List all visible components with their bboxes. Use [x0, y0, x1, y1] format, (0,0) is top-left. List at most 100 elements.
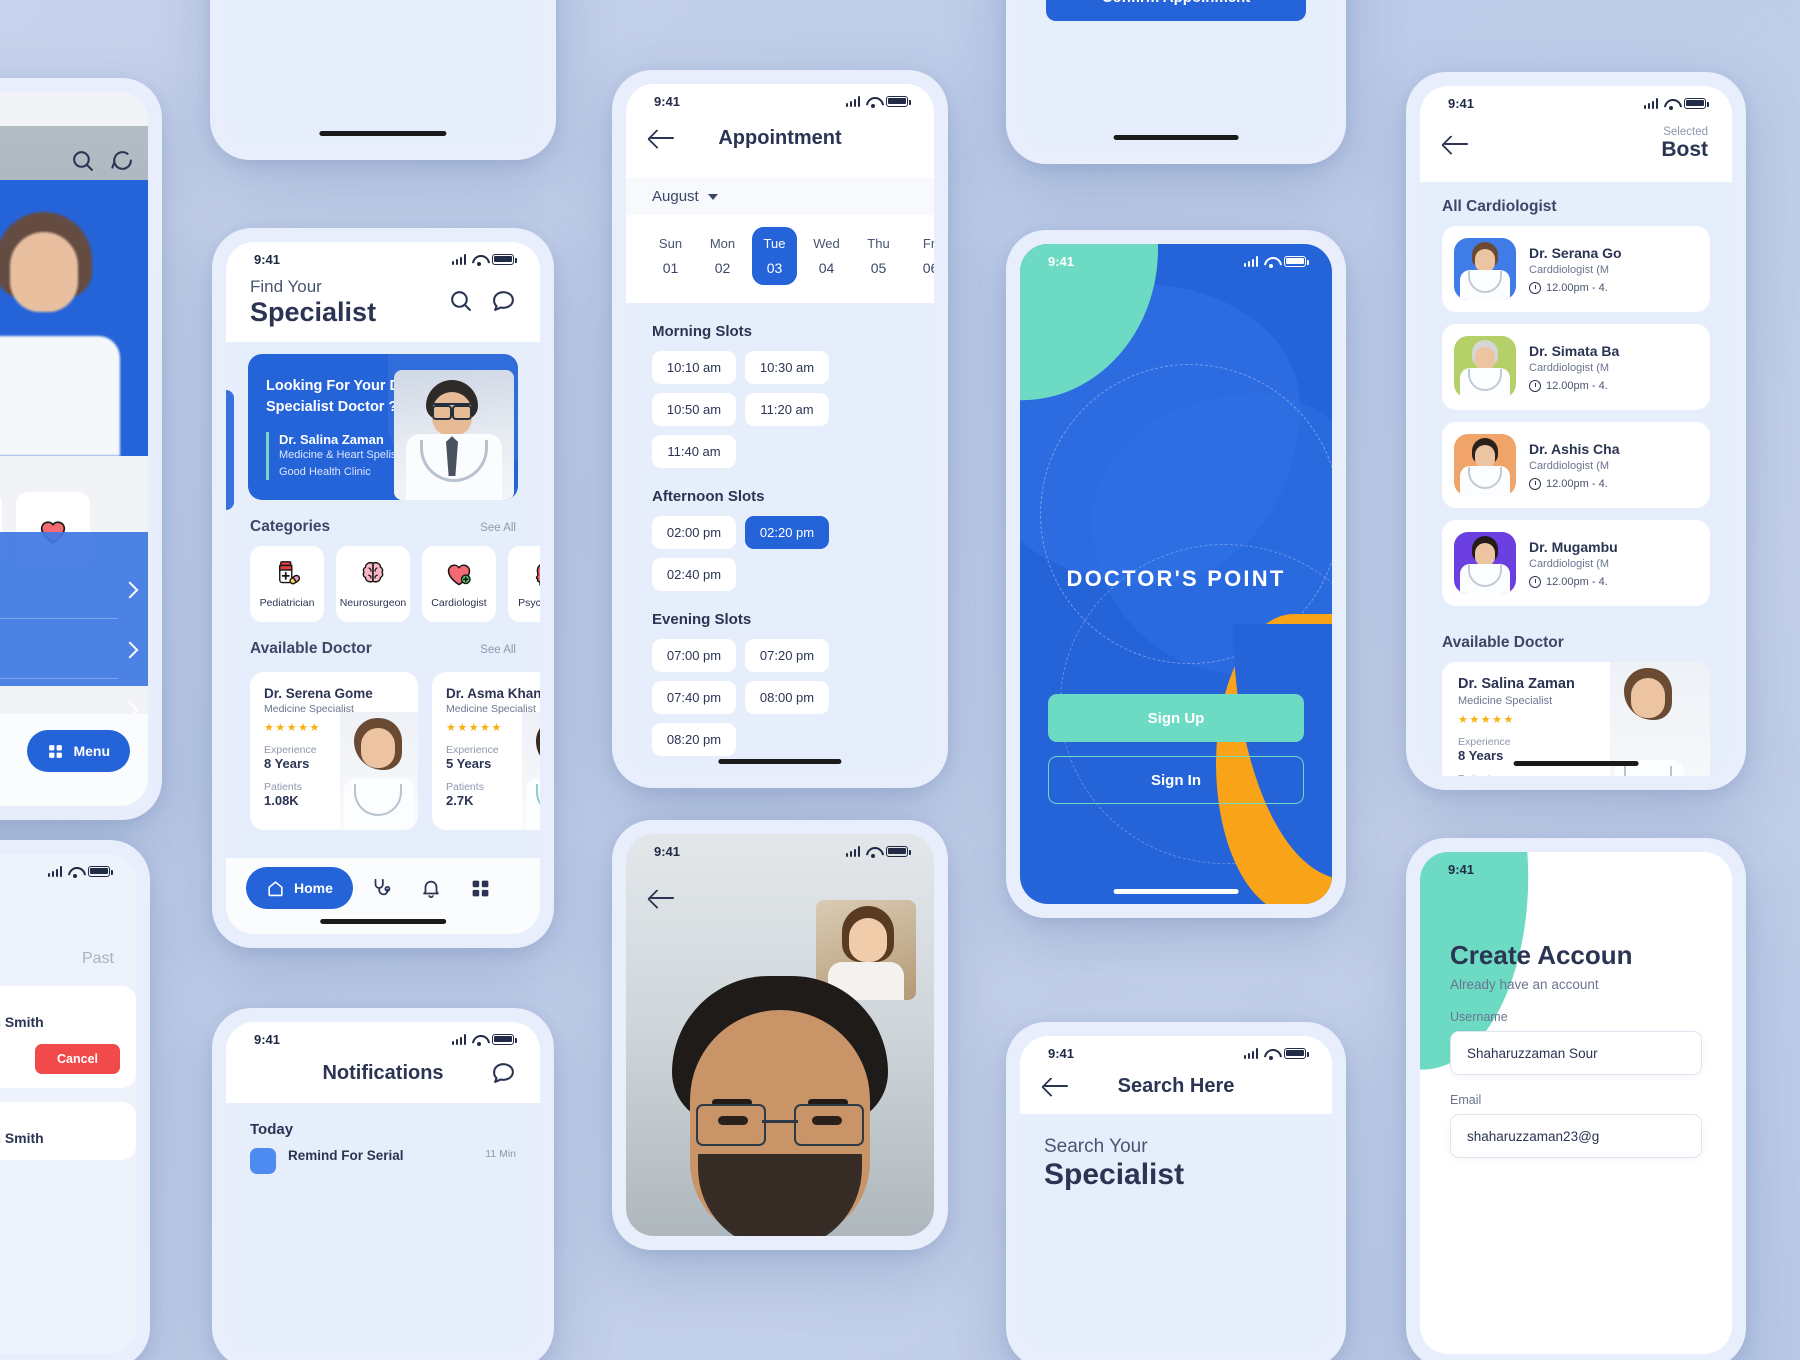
- doctor-list-item[interactable]: Dr. Ashis Cha Carddiologist (M 12.00pm -…: [1442, 422, 1710, 508]
- grid-icon: [473, 880, 489, 896]
- category-psychiatrist[interactable]: Psychiatrist: [508, 546, 540, 623]
- time-slot[interactable]: 02:40 pm: [652, 558, 736, 591]
- status-time: 9:41: [1448, 861, 1475, 877]
- time-slot[interactable]: 08:20 pm: [652, 723, 736, 756]
- category-neurosurgeon[interactable]: Neurosurgeon: [336, 546, 410, 623]
- search-icon[interactable]: [448, 288, 473, 313]
- appointment-card[interactable]: Doctor Dr. Adam Smith Clinic Cancel: [0, 986, 136, 1088]
- time-slot[interactable]: 10:30 am: [745, 351, 829, 384]
- chat-icon[interactable]: [491, 1060, 516, 1085]
- nav-stethoscope[interactable]: [359, 867, 403, 909]
- month-selector[interactable]: August: [626, 178, 934, 215]
- doctor-card-row: Dr. Serena Gome Medicine Specialist ★★★★…: [226, 668, 540, 831]
- battery-icon: [1284, 255, 1309, 267]
- status-bar: 9:41: [1420, 86, 1732, 120]
- status-time: 9:41: [1448, 95, 1475, 111]
- category-pediatrician[interactable]: Pediatrician: [250, 546, 324, 623]
- slot-grid: 07:00 pm 07:20 pm 07:40 pm 08:00 pm 08:2…: [652, 639, 908, 756]
- time-slot[interactable]: 11:40 am: [652, 435, 736, 468]
- day-cell[interactable]: Fri 06: [908, 227, 934, 285]
- doctor-list-item[interactable]: Dr. Serana Go Carddiologist (M 12.00pm -…: [1442, 226, 1710, 312]
- status-bar: 9:41: [1420, 852, 1732, 886]
- battery-icon: [886, 845, 911, 857]
- list-title: All Cardiologist: [1442, 198, 1557, 215]
- categories-section-header: Categories See All: [226, 500, 540, 546]
- search-header: Search Here: [1020, 1070, 1332, 1114]
- login-hint[interactable]: Already have an account: [1450, 977, 1702, 992]
- clock-icon: [1529, 379, 1541, 392]
- selected-city[interactable]: Selected Bost: [1661, 126, 1708, 162]
- time-slot[interactable]: 07:00 pm: [652, 639, 736, 672]
- hours-text: 12.00pm - 4.: [1546, 379, 1608, 392]
- page-title: Specialist: [250, 297, 377, 328]
- banner-doctor-photo: [394, 370, 514, 501]
- day-cell-selected[interactable]: Tue 03: [752, 227, 797, 285]
- time-slot[interactable]: 10:50 am: [652, 393, 736, 426]
- sign-up-button[interactable]: Sign Up: [1048, 694, 1304, 742]
- doctor-hours: 12.00pm - 4.: [1529, 379, 1619, 392]
- notification-item[interactable]: Remind For Serial 11 Min: [226, 1148, 540, 1174]
- back-arrow-icon[interactable]: [1444, 134, 1470, 154]
- day-name: Thu: [867, 236, 890, 251]
- avatar: [1454, 532, 1516, 594]
- doctor-list-item[interactable]: Dr. Simata Ba Carddiologist (M 12.00pm -…: [1442, 324, 1710, 410]
- day-cell[interactable]: Sun 01: [648, 227, 693, 285]
- screen-search: 9:41 Search Here Search Your Specialist: [1020, 1036, 1332, 1354]
- doctor-hero-photo: [0, 126, 148, 456]
- phone-search: 9:41 Search Here Search Your Specialist: [1006, 1022, 1346, 1360]
- profile-bottom-bar: Menu: [0, 714, 148, 806]
- time-slot[interactable]: 11:20 am: [745, 393, 829, 426]
- chevron-right-icon[interactable]: [121, 641, 139, 659]
- time-slot[interactable]: 07:40 pm: [652, 681, 736, 714]
- doctor-list-item[interactable]: Dr. Mugambu Carddiologist (M 12.00pm - 4…: [1442, 520, 1710, 606]
- day-cell[interactable]: Wed 04: [804, 227, 849, 285]
- email-input[interactable]: [1450, 1114, 1702, 1158]
- phone-address-partial: Rupsha, Khulna, Bangladesh: [210, 0, 556, 160]
- grid-icon: [49, 744, 63, 758]
- doctor-spec: Carddiologist (M: [1529, 361, 1610, 374]
- chat-icon[interactable]: [491, 288, 516, 313]
- head-mind-icon: [535, 564, 540, 587]
- tab-past[interactable]: Past: [82, 950, 114, 968]
- wifi-icon: [472, 1034, 486, 1046]
- day-cell[interactable]: Mon 02: [700, 227, 745, 285]
- sign-in-button[interactable]: Sign In: [1048, 756, 1304, 804]
- categories-see-all[interactable]: See All: [480, 522, 516, 534]
- month-label: August: [652, 188, 699, 205]
- confirm-appointment-button[interactable]: Confirm Appoinment: [1046, 0, 1306, 21]
- username-input[interactable]: [1450, 1031, 1702, 1075]
- featured-doctor-card[interactable]: Dr. Salina Zaman Medicine Specialist ★★★…: [1442, 662, 1710, 776]
- search-line-2: Specialist: [1044, 1158, 1185, 1191]
- day-number: 04: [818, 260, 835, 276]
- category-label: Neurosurgeon: [339, 597, 407, 610]
- nav-notifications[interactable]: [409, 867, 453, 909]
- doctor-card[interactable]: Dr. Serena Gome Medicine Specialist ★★★★…: [250, 672, 418, 831]
- promo-banner[interactable]: Looking For Your Desire Specialist Docto…: [248, 354, 518, 501]
- doctor-name: Dr. Mugambu: [1529, 538, 1618, 555]
- time-slot[interactable]: 08:00 pm: [745, 681, 829, 714]
- category-label: Psychiatrist: [518, 597, 540, 610]
- screen-create-account: 9:41 Create Accoun Already have an accou…: [1420, 852, 1732, 1354]
- doctor-card[interactable]: Dr. Asma Khan Medicine Specialist ★★★★★ …: [432, 672, 540, 831]
- chat-icon[interactable]: [109, 148, 134, 173]
- time-slot[interactable]: 02:00 pm: [652, 516, 736, 549]
- back-arrow-icon[interactable]: [650, 888, 676, 908]
- username-field-group: Username: [1450, 1010, 1702, 1075]
- pill-bottle-icon: [279, 561, 300, 585]
- time-slot[interactable]: 10:10 am: [652, 351, 736, 384]
- category-cardiologist[interactable]: Cardiologist: [422, 546, 496, 623]
- status-icons: [845, 95, 911, 108]
- chevron-right-icon[interactable]: [121, 581, 139, 599]
- mockup-showcase-canvas: Rupsha, Khulna, Bangladesh 08:00 pm 08:2…: [0, 0, 1800, 1360]
- appointment-card[interactable]: Doctor Dr. Adam Smith: [0, 1102, 136, 1160]
- day-cell[interactable]: Thu 05: [856, 227, 901, 285]
- search-icon[interactable]: [70, 148, 95, 173]
- available-doctor-see-all[interactable]: See All: [480, 644, 516, 656]
- back-arrow-icon[interactable]: [650, 128, 676, 148]
- cancel-button[interactable]: Cancel: [35, 1044, 120, 1074]
- nav-home[interactable]: Home: [246, 867, 353, 909]
- time-slot[interactable]: 07:20 pm: [745, 639, 829, 672]
- time-slot-selected[interactable]: 02:20 pm: [745, 516, 829, 549]
- nav-grid[interactable]: [459, 867, 503, 909]
- menu-button[interactable]: Menu: [27, 730, 130, 772]
